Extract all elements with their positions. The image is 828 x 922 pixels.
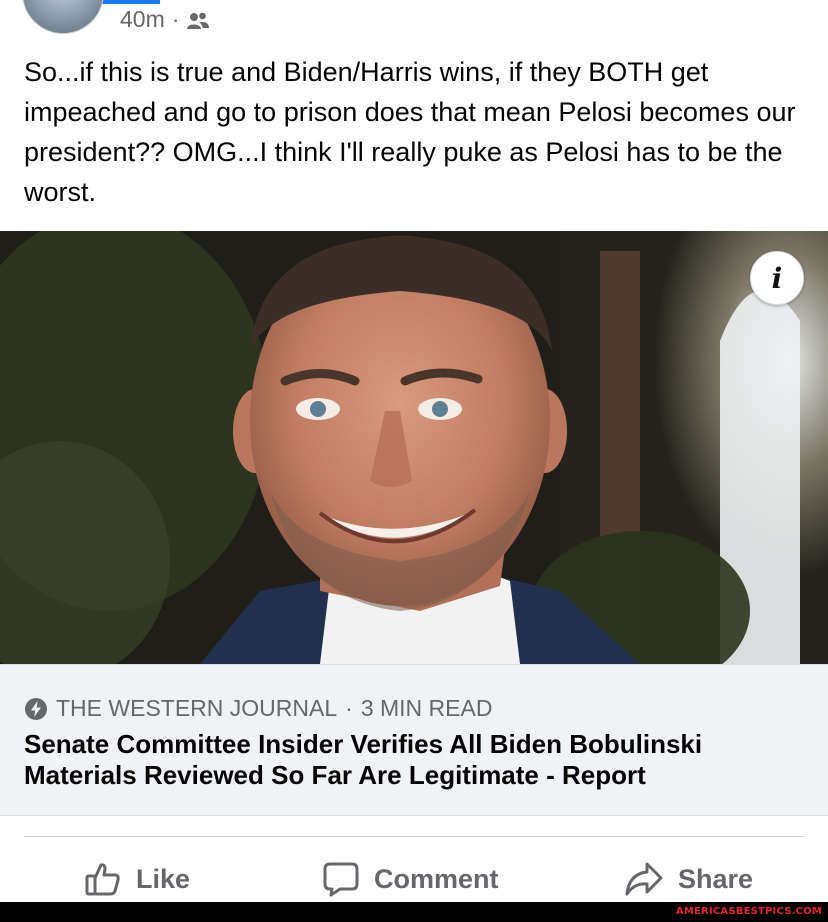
- link-source-name: THE WESTERN JOURNAL: [56, 695, 338, 721]
- post-meta: 40m ·: [120, 6, 210, 33]
- post-timestamp[interactable]: 40m: [120, 6, 165, 33]
- info-button[interactable]: i: [750, 251, 804, 305]
- share-label: Share: [678, 863, 754, 894]
- watermark: AMERICASBESTPICS.COM: [675, 906, 822, 917]
- post-text: So...if this is true and Biden/Harris wi…: [24, 57, 796, 207]
- like-button[interactable]: Like: [84, 856, 190, 902]
- friends-icon[interactable]: [186, 10, 210, 30]
- link-card[interactable]: THE WESTERN JOURNAL · 3 MIN READ Senate …: [0, 664, 828, 816]
- comment-bubble-icon: [322, 860, 360, 898]
- avatar[interactable]: [22, 0, 104, 34]
- meta-separator: ·: [171, 6, 180, 32]
- share-button[interactable]: Share: [624, 856, 753, 902]
- action-bar: Like Comment Share: [0, 846, 828, 910]
- bolt-icon: [24, 697, 48, 721]
- comment-label: Comment: [374, 863, 499, 894]
- link-headline[interactable]: Senate Committee Insider Verifies All Bi…: [24, 729, 804, 791]
- post-header: 40m ·: [0, 0, 828, 40]
- comment-button[interactable]: Comment: [322, 856, 499, 902]
- link-read-time: 3 MIN READ: [360, 695, 493, 721]
- actions-divider: [24, 836, 804, 837]
- like-label: Like: [136, 863, 191, 894]
- link-source: THE WESTERN JOURNAL · 3 MIN READ: [24, 695, 492, 722]
- link-preview-image[interactable]: i: [0, 231, 828, 664]
- share-arrow-icon: [624, 860, 664, 898]
- footer-bar: AMERICASBESTPICS.COM: [0, 902, 828, 922]
- thumbs-up-icon: [84, 860, 122, 898]
- link-source-separator: ·: [345, 695, 353, 721]
